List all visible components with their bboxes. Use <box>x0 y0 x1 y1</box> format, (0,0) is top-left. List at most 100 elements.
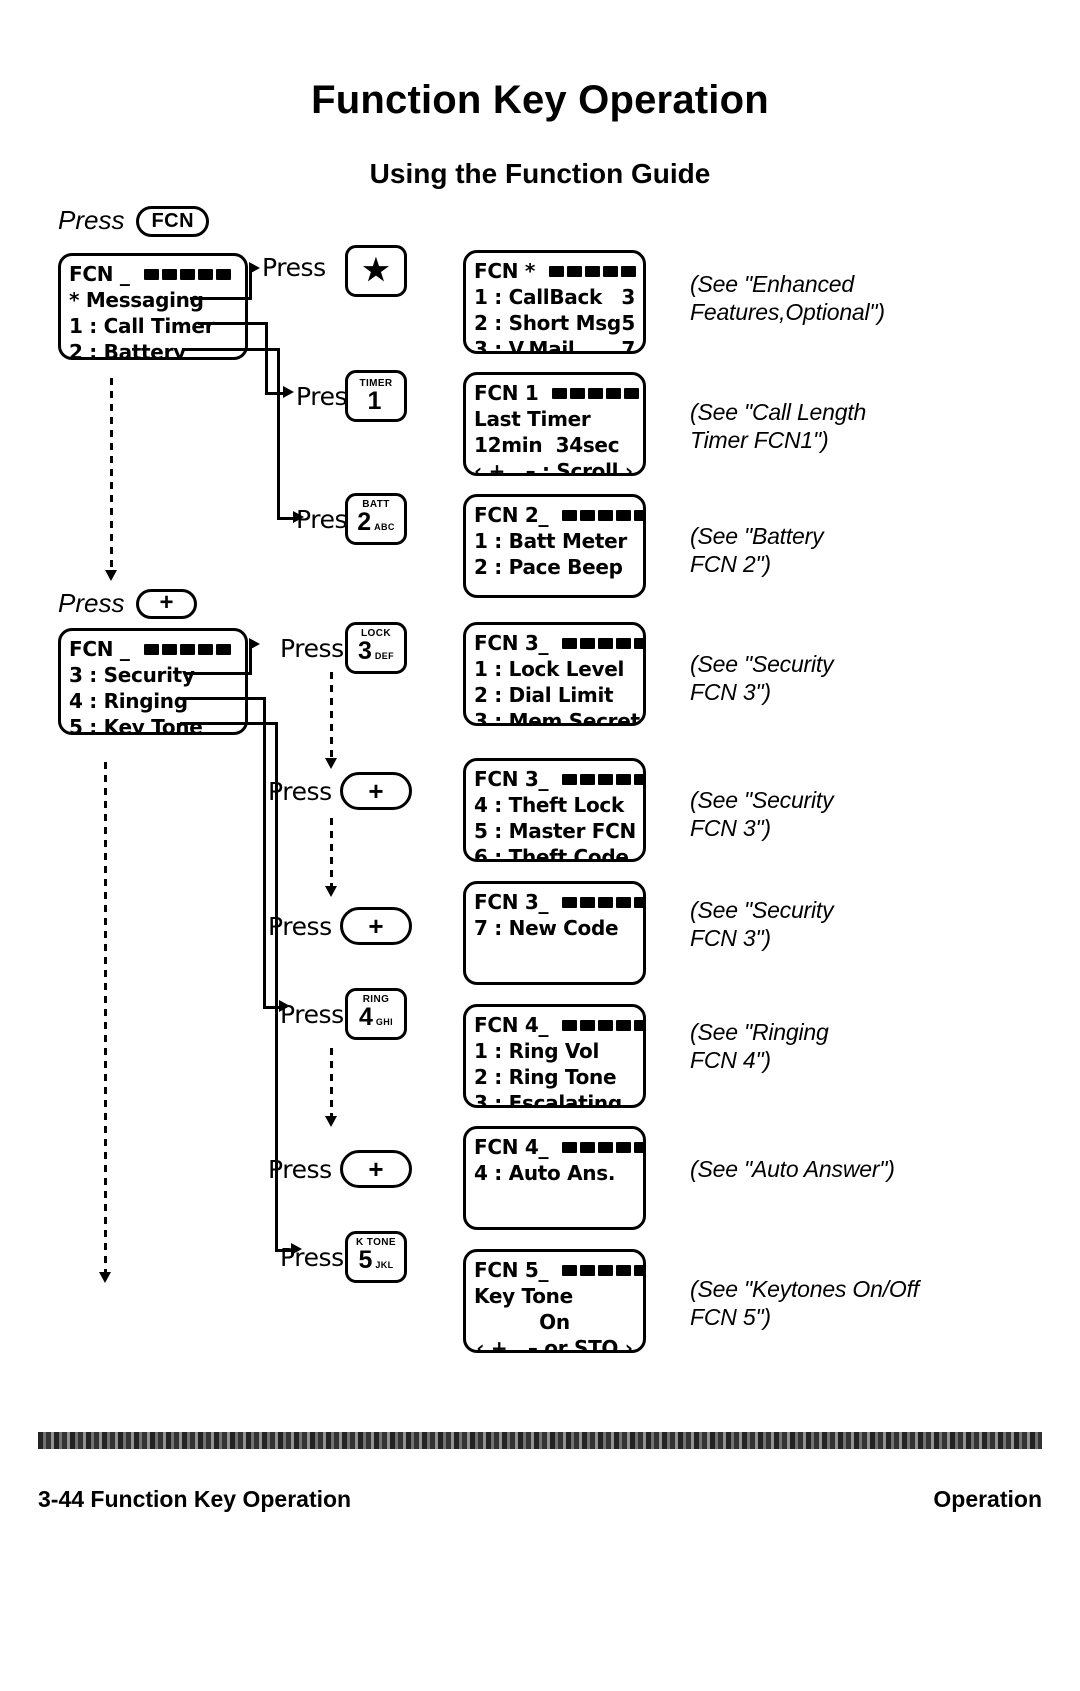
signal-bars-icon <box>562 637 643 649</box>
lcd-row[interactable]: 4 : Auto Ans. <box>474 1160 635 1186</box>
lcd-header-label: FCN * <box>474 259 536 283</box>
lcd-row[interactable]: 5 : Master FCN <box>474 818 636 844</box>
result-screen-fcn-3a: FCN 3_ 1 : Lock Level 2 : Dial Limit 3 :… <box>463 622 646 726</box>
lcd-menu-fcn-first: FCN _ * Messaging 1 : Call Timer 2 : Bat… <box>58 253 248 360</box>
page-subtitle: Using the Function Guide <box>369 158 711 189</box>
lcd-row[interactable]: 1 : Ring Vol <box>474 1038 635 1064</box>
key-3-lock[interactable]: LOCK 3 DEF <box>345 622 407 674</box>
press-label-star: Press <box>262 253 326 282</box>
key-star[interactable]: ★ <box>345 245 407 297</box>
connector-arrow <box>249 638 260 650</box>
key-2-batt[interactable]: BATT 2 ABC <box>345 493 407 545</box>
lcd-row[interactable]: 2 : Pace Beep <box>474 554 635 580</box>
result-screen-fcn-1: FCN 1 Last Timer 12min 34sec ‹ + , – : S… <box>463 372 646 476</box>
lcd-header-label: FCN 3_ <box>474 767 549 791</box>
lcd-row[interactable]: 2 : Ring Tone <box>474 1064 635 1090</box>
lcd-row[interactable]: 1 : CallBack 3 <box>474 284 635 310</box>
lcd-row[interactable]: 7 : New Code <box>474 915 635 941</box>
key-plus-2[interactable]: + <box>340 907 412 945</box>
note-fcn-1: (See "Call Length Timer FCN1") <box>690 399 867 453</box>
flow-arrow-down <box>99 1272 111 1283</box>
lcd-header-label: FCN 3_ <box>474 631 549 655</box>
lcd-row-value: 7 <box>621 337 635 354</box>
press-label-three: Press <box>280 634 344 663</box>
key-main: 4 GHI <box>359 1004 393 1034</box>
key-sub-label: ABC <box>374 521 395 532</box>
note-fcn-3c: (See "Security FCN 3") <box>690 897 834 951</box>
press-fcn-label: Press <box>58 205 125 235</box>
plus-icon: + <box>368 911 384 941</box>
result-screen-fcn-4b: FCN 4_ 4 : Auto Ans. <box>463 1126 646 1230</box>
flow-arrow-down <box>325 886 337 897</box>
lcd-row[interactable]: * Messaging <box>69 287 237 313</box>
lcd-row[interactable]: ‹ + , – : Scroll › <box>474 458 635 473</box>
lcd-row[interactable]: 1 : Batt Meter <box>474 528 635 554</box>
key-main: 3 DEF <box>358 638 394 668</box>
fcn-key-pill[interactable]: FCN <box>136 206 210 237</box>
footer-divider <box>38 1432 1042 1449</box>
manual-page: Function Key Operation Using the Functio… <box>0 0 1080 1691</box>
lcd-row[interactable]: 3 : Security <box>69 662 237 688</box>
lcd-menu-fcn-second: FCN _ 3 : Security 4 : Ringing 5 : Key T… <box>58 628 248 735</box>
lcd-row[interactable]: 1 : Call Timer <box>69 313 237 339</box>
lcd-header-label: FCN 3_ <box>474 890 549 914</box>
lcd-header-label: FCN 5_ <box>474 1258 549 1282</box>
flow-dotted-line <box>330 818 333 888</box>
note-fcn-4b: (See "Auto Answer") <box>690 1156 895 1182</box>
lcd-row[interactable]: 4 : Ringing <box>69 688 237 714</box>
key-number: 1 <box>367 387 382 415</box>
lcd-row[interactable]: 3 : Escalating <box>474 1090 635 1105</box>
lcd-header-row: FCN 1 <box>474 380 640 406</box>
lcd-row: Last Timer <box>474 407 591 431</box>
signal-bars-icon <box>552 387 640 399</box>
lcd-header-row: FCN 4_ <box>474 1012 643 1038</box>
key-number: 2 <box>357 507 372 536</box>
lcd-row: 12min 34sec <box>474 433 620 457</box>
connector <box>190 297 252 300</box>
plus-key-pill[interactable]: + <box>136 589 197 619</box>
lcd-header-row: FCN 5_ <box>474 1257 643 1283</box>
key-5-keytone[interactable]: K TONE 5 JKL <box>345 1231 407 1283</box>
key-number: 5 <box>358 1245 373 1274</box>
note-fcn-5: (See "Keytones On/Off FCN 5") <box>690 1276 919 1330</box>
flow-dotted-line <box>110 378 113 570</box>
lcd-row[interactable]: 2 : Dial Limit <box>474 682 635 708</box>
press-label-plus-3: Press <box>268 1155 332 1184</box>
lcd-row-value: 5 <box>621 311 635 335</box>
result-screen-fcn-5: FCN 5_ Key Tone On ‹ + , – or STO › <box>463 1249 646 1353</box>
flow-dotted-line <box>330 672 333 760</box>
lcd-row[interactable]: 2 : Short Msg 5 <box>474 310 635 336</box>
lcd-header-row: FCN * <box>474 258 637 284</box>
lcd-header-row: FCN 3_ <box>474 766 643 792</box>
key-plus-3[interactable]: + <box>340 1150 412 1188</box>
press-label-plus-2: Press <box>268 912 332 941</box>
connector <box>265 392 285 395</box>
press-fcn-instruction: Press FCN <box>58 205 210 237</box>
lcd-row[interactable]: 3 : V.Mail 7 <box>474 336 635 354</box>
lcd-header-label: FCN 2_ <box>474 503 549 527</box>
lcd-row: On <box>539 1310 570 1334</box>
connector <box>180 722 278 725</box>
lcd-row[interactable]: 6 : Theft Code <box>474 844 635 859</box>
lcd-row[interactable]: ‹ + , – or STO › <box>474 1335 635 1350</box>
key-1-timer[interactable]: TIMER 1 <box>345 370 407 422</box>
lcd-row[interactable]: 3 : Mem Secret <box>474 708 640 723</box>
result-screen-fcn-star: FCN * 1 : CallBack 3 2 : Short Msg 5 3 : V… <box>463 250 646 354</box>
lcd-header-label: FCN 4_ <box>474 1013 549 1037</box>
key-4-ring[interactable]: RING 4 GHI <box>345 988 407 1040</box>
lcd-header-label: FCN 4_ <box>474 1135 549 1159</box>
lcd-row[interactable]: 4 : Theft Lock <box>474 792 635 818</box>
page-title: Function Key Operation <box>311 78 769 122</box>
signal-bars-icon <box>143 268 231 280</box>
connector-arrow <box>249 262 260 274</box>
press-label-four: Press <box>280 1000 344 1029</box>
result-screen-fcn-3c: FCN 3_ 7 : New Code <box>463 881 646 985</box>
plus-icon: + <box>368 1154 384 1184</box>
lcd-row-text: 3 : V.Mail <box>474 337 575 354</box>
key-plus-1[interactable]: + <box>340 772 412 810</box>
signal-bars-icon <box>562 1264 643 1276</box>
connector <box>198 322 268 325</box>
connector <box>180 697 266 700</box>
lcd-row[interactable]: 1 : Lock Level <box>474 656 635 682</box>
lcd-row-value: 3 <box>621 285 635 309</box>
